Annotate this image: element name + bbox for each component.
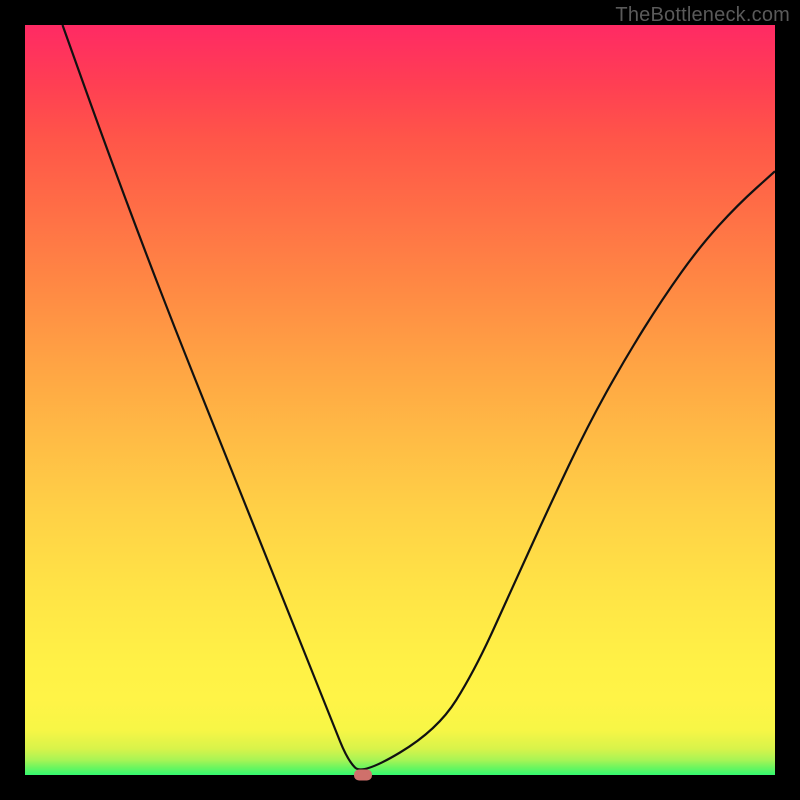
watermark-text: TheBottleneck.com [615,4,790,27]
plot-area [25,25,775,775]
optimal-marker [354,770,372,781]
chart-frame: TheBottleneck.com [0,0,800,800]
bottleneck-curve [25,25,775,775]
